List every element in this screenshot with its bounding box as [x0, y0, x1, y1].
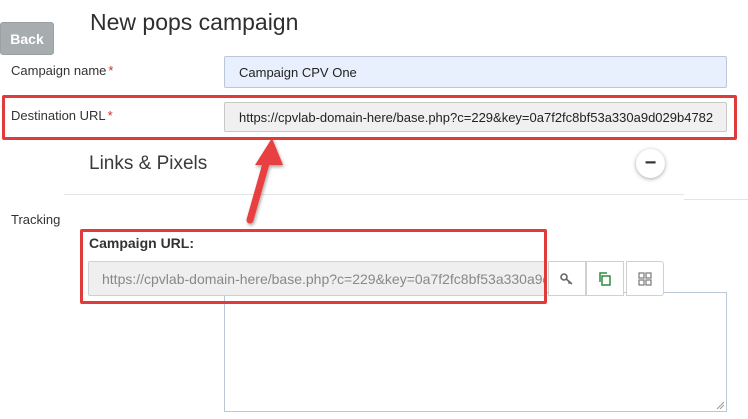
campaign-name-input[interactable]: Campaign CPV One: [224, 56, 727, 88]
collapse-button[interactable]: −: [636, 149, 665, 178]
copy-button[interactable]: [586, 261, 624, 296]
campaign-name-label-text: Campaign name: [11, 63, 107, 78]
destination-url-label: Destination URL *: [11, 108, 113, 123]
required-marker: *: [107, 108, 113, 123]
links-pixels-title: Links & Pixels: [89, 153, 208, 174]
campaign-url-input[interactable]: https://cpvlab-domain-here/base.php?c=22…: [88, 261, 546, 296]
resize-grip-icon[interactable]: [716, 401, 724, 409]
tracking-label: Tracking: [11, 212, 61, 227]
qr-code-icon: [638, 271, 652, 286]
qr-code-button[interactable]: [626, 261, 664, 296]
key-button[interactable]: [548, 261, 586, 296]
destination-url-input[interactable]: https://cpvlab-domain-here/base.php?c=22…: [224, 102, 727, 132]
back-button[interactable]: Back: [0, 22, 54, 55]
destination-url-label-text: Destination URL: [11, 108, 106, 123]
copy-icon: [599, 271, 611, 286]
tracking-textarea[interactable]: [224, 292, 727, 412]
campaign-url-label: Campaign URL:: [89, 235, 194, 251]
panel-divider: [64, 194, 684, 195]
section-divider: [684, 199, 748, 200]
key-icon: [560, 272, 573, 285]
campaign-name-label: Campaign name *: [11, 63, 113, 78]
page-title: New pops campaign: [90, 9, 299, 35]
required-marker: *: [108, 63, 114, 78]
